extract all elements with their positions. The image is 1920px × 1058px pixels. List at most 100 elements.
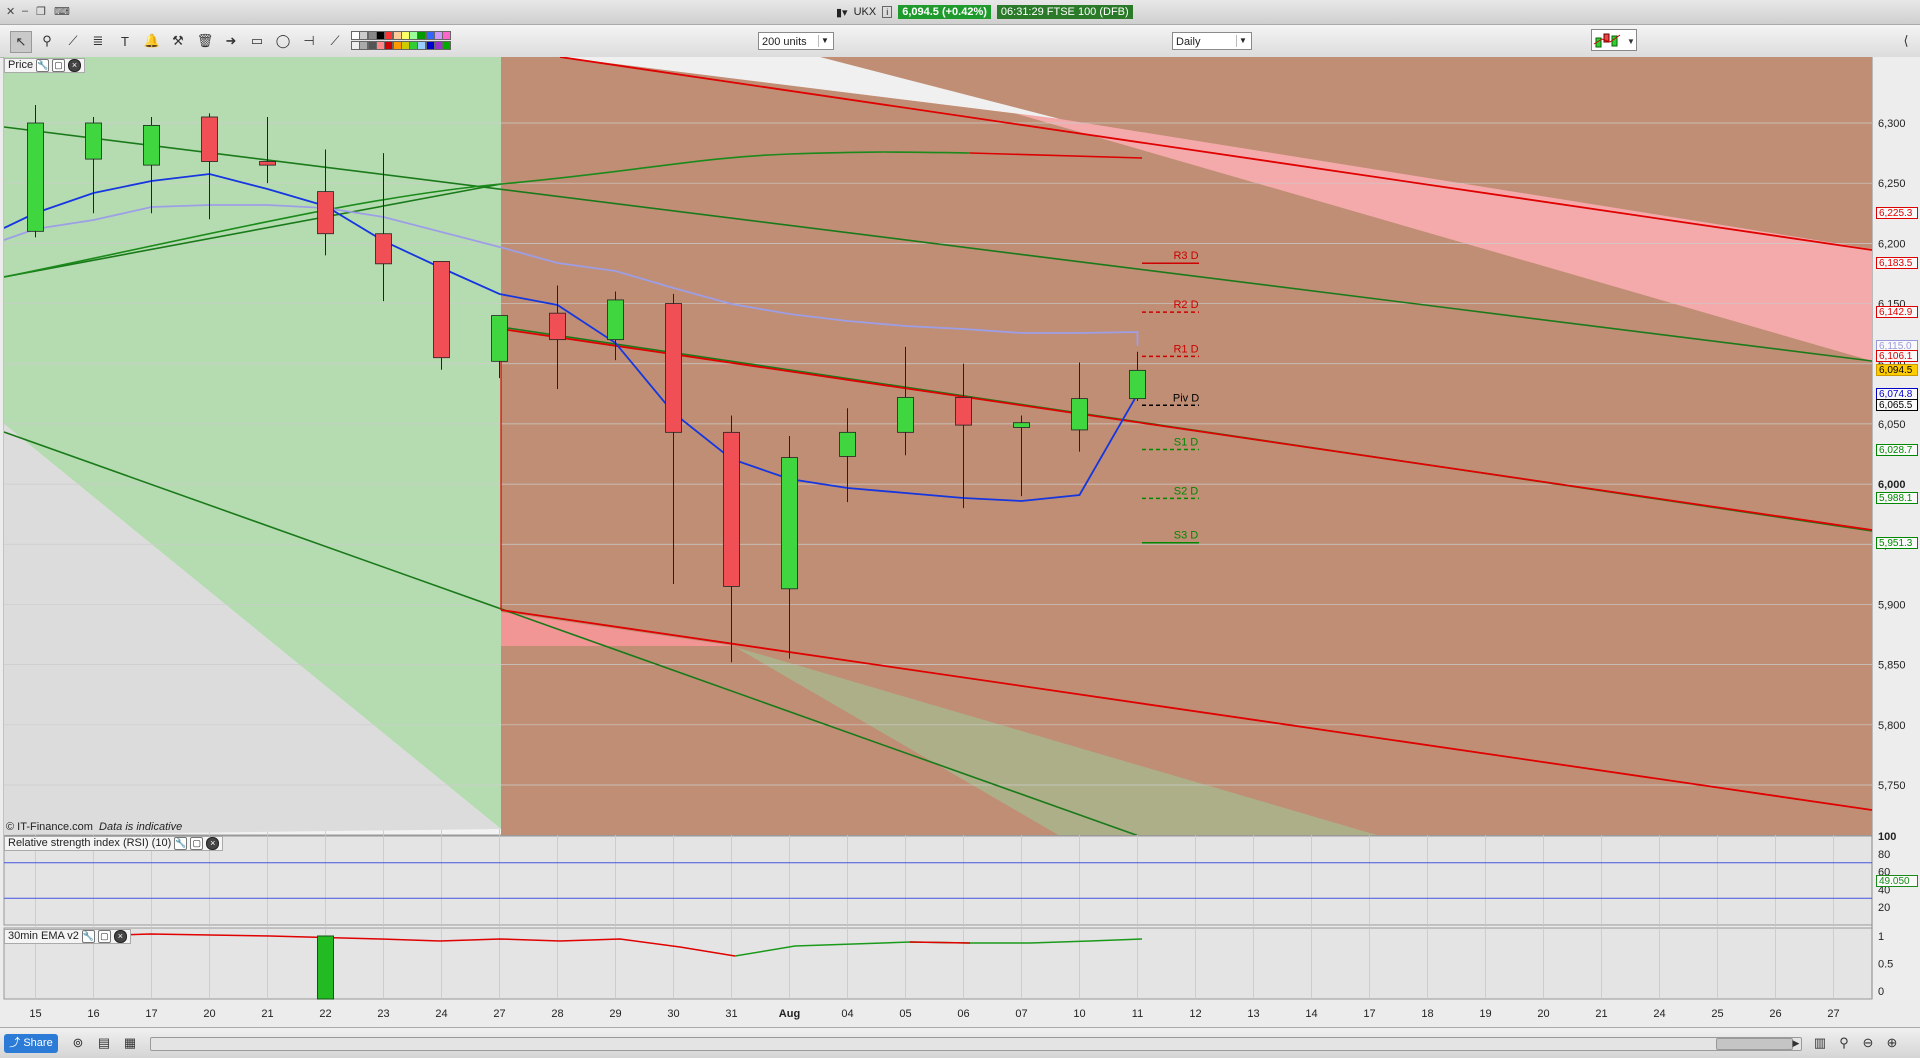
ema-bar (317, 935, 334, 1000)
candle-body (201, 116, 218, 162)
ellipse-tool-icon[interactable]: ◯ (273, 31, 293, 51)
x-axis-label: 13 (1247, 1008, 1259, 1020)
x-axis-label: 04 (841, 1008, 853, 1020)
rectangle-tool-icon[interactable]: ▭ (247, 31, 267, 51)
x-axis-label: 20 (203, 1008, 215, 1020)
pivot-label: S2 D (1174, 485, 1199, 497)
zoom-out-icon[interactable]: ⊖ (1860, 1035, 1876, 1051)
ema-panel-label: 30min EMA v2 🔧 ▢ × (4, 929, 131, 944)
keyboard-icon[interactable]: ⌨ (54, 5, 70, 18)
chevron-down-icon: ▼ (818, 35, 831, 47)
x-axis-label: 18 (1421, 1008, 1433, 1020)
x-axis-label: Aug (779, 1008, 800, 1020)
close-icon[interactable]: × (206, 837, 220, 850)
settings-icon[interactable]: ▤ (96, 1035, 112, 1051)
close-icon[interactable]: ✕ (6, 5, 15, 18)
window-title: ▮▾ UKX i 6,094.5 (+0.42%) 06:31:29 FTSE … (836, 4, 1133, 20)
candle-body (549, 312, 566, 341)
close-icon[interactable]: × (113, 930, 127, 943)
pivot-label: R2 D (1173, 299, 1198, 311)
zoom-in-icon[interactable]: ⊕ (1884, 1035, 1900, 1051)
x-axis-label: 27 (493, 1008, 505, 1020)
x-axis-label: 24 (435, 1008, 447, 1020)
grid-icon[interactable]: ▦ (122, 1035, 138, 1051)
candle-body (85, 122, 102, 160)
price-tick-label: 5,800 (1878, 720, 1906, 732)
chart-style-button[interactable]: ▼ (1591, 29, 1637, 51)
price-tick-label: 6,250 (1878, 178, 1906, 190)
maximize-icon[interactable]: ▢ (190, 837, 204, 850)
link-icon[interactable]: ⊚ (70, 1035, 86, 1051)
x-axis-label: 20 (1537, 1008, 1549, 1020)
candle-body (1129, 369, 1146, 400)
ema-panel (3, 927, 1873, 1000)
x-axis-label: 10 (1073, 1008, 1085, 1020)
candle-body (839, 431, 856, 457)
ray-tool-icon[interactable]: ⟋ (325, 31, 345, 51)
candle-body (897, 397, 914, 433)
alert-bell-icon[interactable]: 🔔 (142, 31, 162, 51)
candle-body (607, 299, 624, 341)
units-select[interactable]: 200 units ▼ (758, 32, 834, 50)
x-axis-label: 14 (1305, 1008, 1317, 1020)
price-tick-label: 6,300 (1878, 118, 1906, 130)
x-axis-label: 24 (1653, 1008, 1665, 1020)
rsi-label-text: Relative strength index (RSI) (10) (8, 837, 172, 849)
trendline-tool-icon[interactable]: ⟋ (63, 31, 83, 51)
close-icon[interactable]: × (68, 59, 82, 72)
time-scrollbar[interactable] (150, 1037, 1802, 1051)
scroll-right-icon[interactable]: ▶ (1788, 1035, 1804, 1051)
interval-select[interactable]: Daily ▼ (1172, 32, 1252, 50)
side-panel-toggle-icon[interactable]: ⟨ (1896, 31, 1916, 51)
chevron-down-icon: ▼ (1236, 35, 1249, 47)
ema-tick-label: 1 (1878, 931, 1884, 943)
instrument-icon[interactable]: ▮▾ (836, 6, 848, 19)
maximize-icon[interactable]: ▢ (97, 930, 111, 943)
bar-chart-icon[interactable]: ▥ (1812, 1035, 1828, 1051)
minimize-icon[interactable]: – (22, 5, 28, 17)
x-axis-label: 25 (1711, 1008, 1723, 1020)
candle-body (259, 161, 276, 166)
restore-icon[interactable]: ❐ (36, 5, 46, 18)
text-tool-icon[interactable]: T (115, 31, 135, 51)
x-axis-label: 31 (725, 1008, 737, 1020)
share-button[interactable]: ⤴ Share (4, 1034, 58, 1053)
rsi-line-red-2 (909, 941, 971, 944)
horizontal-line-icon[interactable]: ⊣ (299, 31, 319, 51)
candle-body (433, 261, 450, 359)
x-axis-label: 29 (609, 1008, 621, 1020)
rsi-value-tag: 49.050 (1876, 875, 1918, 888)
price-tick-label: 6,050 (1878, 419, 1906, 431)
price-tag: 6,094.5 (1876, 364, 1918, 377)
info-icon[interactable]: i (882, 6, 893, 18)
wrench-icon[interactable]: 🔧 (174, 837, 188, 850)
x-axis-label: 21 (1595, 1008, 1607, 1020)
color-swatch[interactable] (442, 41, 452, 50)
arrow-tool-icon[interactable]: ➜ (221, 31, 241, 51)
x-axis-label: 17 (1363, 1008, 1375, 1020)
wrench-icon[interactable]: 🔧 (36, 59, 50, 72)
rsi-tick-label: 80 (1878, 849, 1890, 861)
price-tick-label: 5,850 (1878, 660, 1906, 672)
candle-body (491, 315, 508, 362)
interval-select-value: Daily (1176, 36, 1201, 48)
chart-area[interactable]: R3 D R2 D R1 D Piv D S1 D S2 D S3 D 6,300 6,250 6… (0, 57, 1920, 1026)
price-tag: 6,074.8 (1876, 388, 1918, 401)
instrument-name: UKX (853, 6, 877, 18)
hammer-icon[interactable]: ⚒ (168, 31, 188, 51)
price-tag: 6,183.5 (1876, 257, 1918, 270)
scroll-thumb[interactable] (1716, 1038, 1793, 1050)
maximize-icon[interactable]: ▢ (52, 59, 66, 72)
zoom-fit-icon[interactable]: ⚲ (1836, 1035, 1852, 1051)
pivot-label: S1 D (1174, 437, 1199, 449)
pointer-icon[interactable]: ↖ (10, 31, 32, 53)
x-axis-label: 27 (1827, 1008, 1839, 1020)
color-swatch[interactable] (442, 31, 452, 40)
x-axis-label: 17 (145, 1008, 157, 1020)
fibonacci-icon[interactable]: ≣ (88, 31, 108, 51)
wrench-icon[interactable]: 🔧 (81, 930, 95, 943)
chart-toolbar: ↖ ⚲ ⟋ ≣ T 🔔 ⚒ 🗑 ➜ ▭ ◯ ⊣ ⟋ 200 units ▼ Da… (0, 25, 1920, 58)
trash-icon[interactable]: 🗑 (195, 31, 215, 51)
zoom-icon[interactable]: ⚲ (37, 31, 57, 51)
candle-body (781, 457, 798, 590)
